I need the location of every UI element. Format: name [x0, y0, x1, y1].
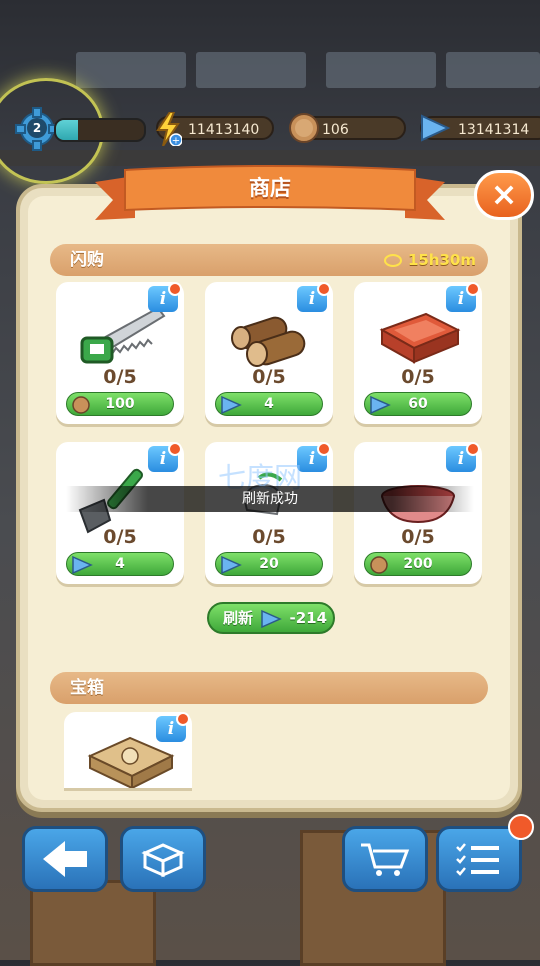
coin-icon — [72, 396, 90, 414]
coin-icon — [289, 113, 319, 143]
notification-dot — [317, 282, 331, 296]
info-button[interactable]: i — [446, 442, 480, 472]
clock-icon — [383, 254, 402, 267]
chest-label: 宝箱 — [70, 678, 104, 698]
checklist-icon — [456, 843, 499, 876]
refresh-button[interactable]: 刷新 -214 — [207, 602, 335, 634]
buy-button[interactable]: 100 — [66, 392, 174, 416]
timer-value: 15h30m — [407, 251, 476, 269]
coin-counter[interactable]: 106 — [289, 113, 406, 143]
info-button[interactable]: i — [148, 442, 182, 472]
item-count: 0/5 — [103, 366, 137, 388]
shop-cart-button[interactable] — [342, 826, 428, 892]
shop-item-saw[interactable]: i 0/5 100 — [56, 282, 184, 424]
item-count: 0/5 — [401, 526, 435, 548]
flash-sale-header: 闪购 15h30m — [50, 244, 488, 276]
shop-item-brick-tray[interactable]: i 0/5 60 — [354, 282, 482, 424]
item-count: 0/5 — [401, 366, 435, 388]
item-count: 0/5 — [103, 526, 137, 548]
buy-button[interactable]: 20 — [215, 552, 323, 576]
cart-icon — [361, 843, 410, 876]
notification-badge — [508, 814, 534, 840]
shop-item-chest[interactable]: i — [64, 712, 192, 788]
refresh-cost: -214 — [289, 609, 328, 627]
buy-button[interactable]: 60 — [364, 392, 472, 416]
price-value: 4 — [115, 556, 125, 572]
refresh-label: 刷新 — [223, 609, 254, 627]
gem-icon — [221, 395, 242, 415]
notification-dot — [317, 442, 331, 456]
gem-icon — [421, 114, 451, 142]
item-count: 0/5 — [252, 526, 286, 548]
buy-button[interactable]: 200 — [364, 552, 472, 576]
energy-value: 11413140 — [188, 122, 260, 138]
svg-text:+: + — [172, 136, 180, 147]
flash-sale-timer: 15h30m — [383, 244, 476, 276]
gem-icon — [370, 395, 391, 415]
inventory-button[interactable] — [120, 826, 206, 892]
item-count: 0/5 — [252, 366, 286, 388]
lightning-icon: + — [156, 112, 182, 147]
shop-item-bowl[interactable]: i 0/5 200 — [354, 442, 482, 584]
buy-button[interactable]: 4 — [215, 392, 323, 416]
gem-icon — [72, 555, 93, 575]
toast-message: 刷新成功 — [66, 486, 474, 512]
notification-dot — [168, 442, 182, 456]
notification-dot — [168, 282, 182, 296]
coin-value: 106 — [322, 122, 349, 138]
box-icon — [141, 843, 185, 878]
shop-title: 商店 — [249, 176, 291, 200]
coin-icon — [370, 556, 388, 574]
gem-icon — [221, 555, 242, 575]
gem-counter[interactable]: 13141314 — [420, 114, 540, 142]
notification-dot — [466, 442, 480, 456]
flash-sale-label: 闪购 — [70, 250, 104, 270]
xp-bar — [54, 118, 146, 142]
info-button[interactable]: i — [297, 282, 331, 312]
xp-fill — [56, 120, 78, 140]
chest-header: 宝箱 — [50, 672, 488, 704]
back-button[interactable] — [22, 826, 108, 892]
close-button[interactable]: × — [474, 170, 534, 220]
level-number: 2 — [27, 118, 47, 138]
notification-dot — [176, 712, 190, 726]
gem-value: 13141314 — [458, 122, 530, 138]
price-value: 4 — [264, 396, 274, 412]
buy-button[interactable]: 4 — [66, 552, 174, 576]
shop-item-shovel[interactable]: i 0/5 4 — [56, 442, 184, 584]
price-value: 100 — [105, 396, 135, 412]
shop-item-logs[interactable]: i 0/5 4 — [205, 282, 333, 424]
price-value: 20 — [259, 556, 279, 572]
info-button[interactable]: i — [156, 712, 190, 742]
task-list-button[interactable] — [436, 826, 522, 892]
arrow-left-icon — [43, 841, 87, 877]
info-button[interactable]: i — [446, 282, 480, 312]
energy-counter[interactable]: + 11413140 — [156, 112, 274, 146]
notification-dot — [466, 282, 480, 296]
price-value: 60 — [408, 396, 428, 412]
info-button[interactable]: i — [148, 282, 182, 312]
price-value: 200 — [403, 556, 433, 572]
gem-icon — [261, 609, 283, 628]
